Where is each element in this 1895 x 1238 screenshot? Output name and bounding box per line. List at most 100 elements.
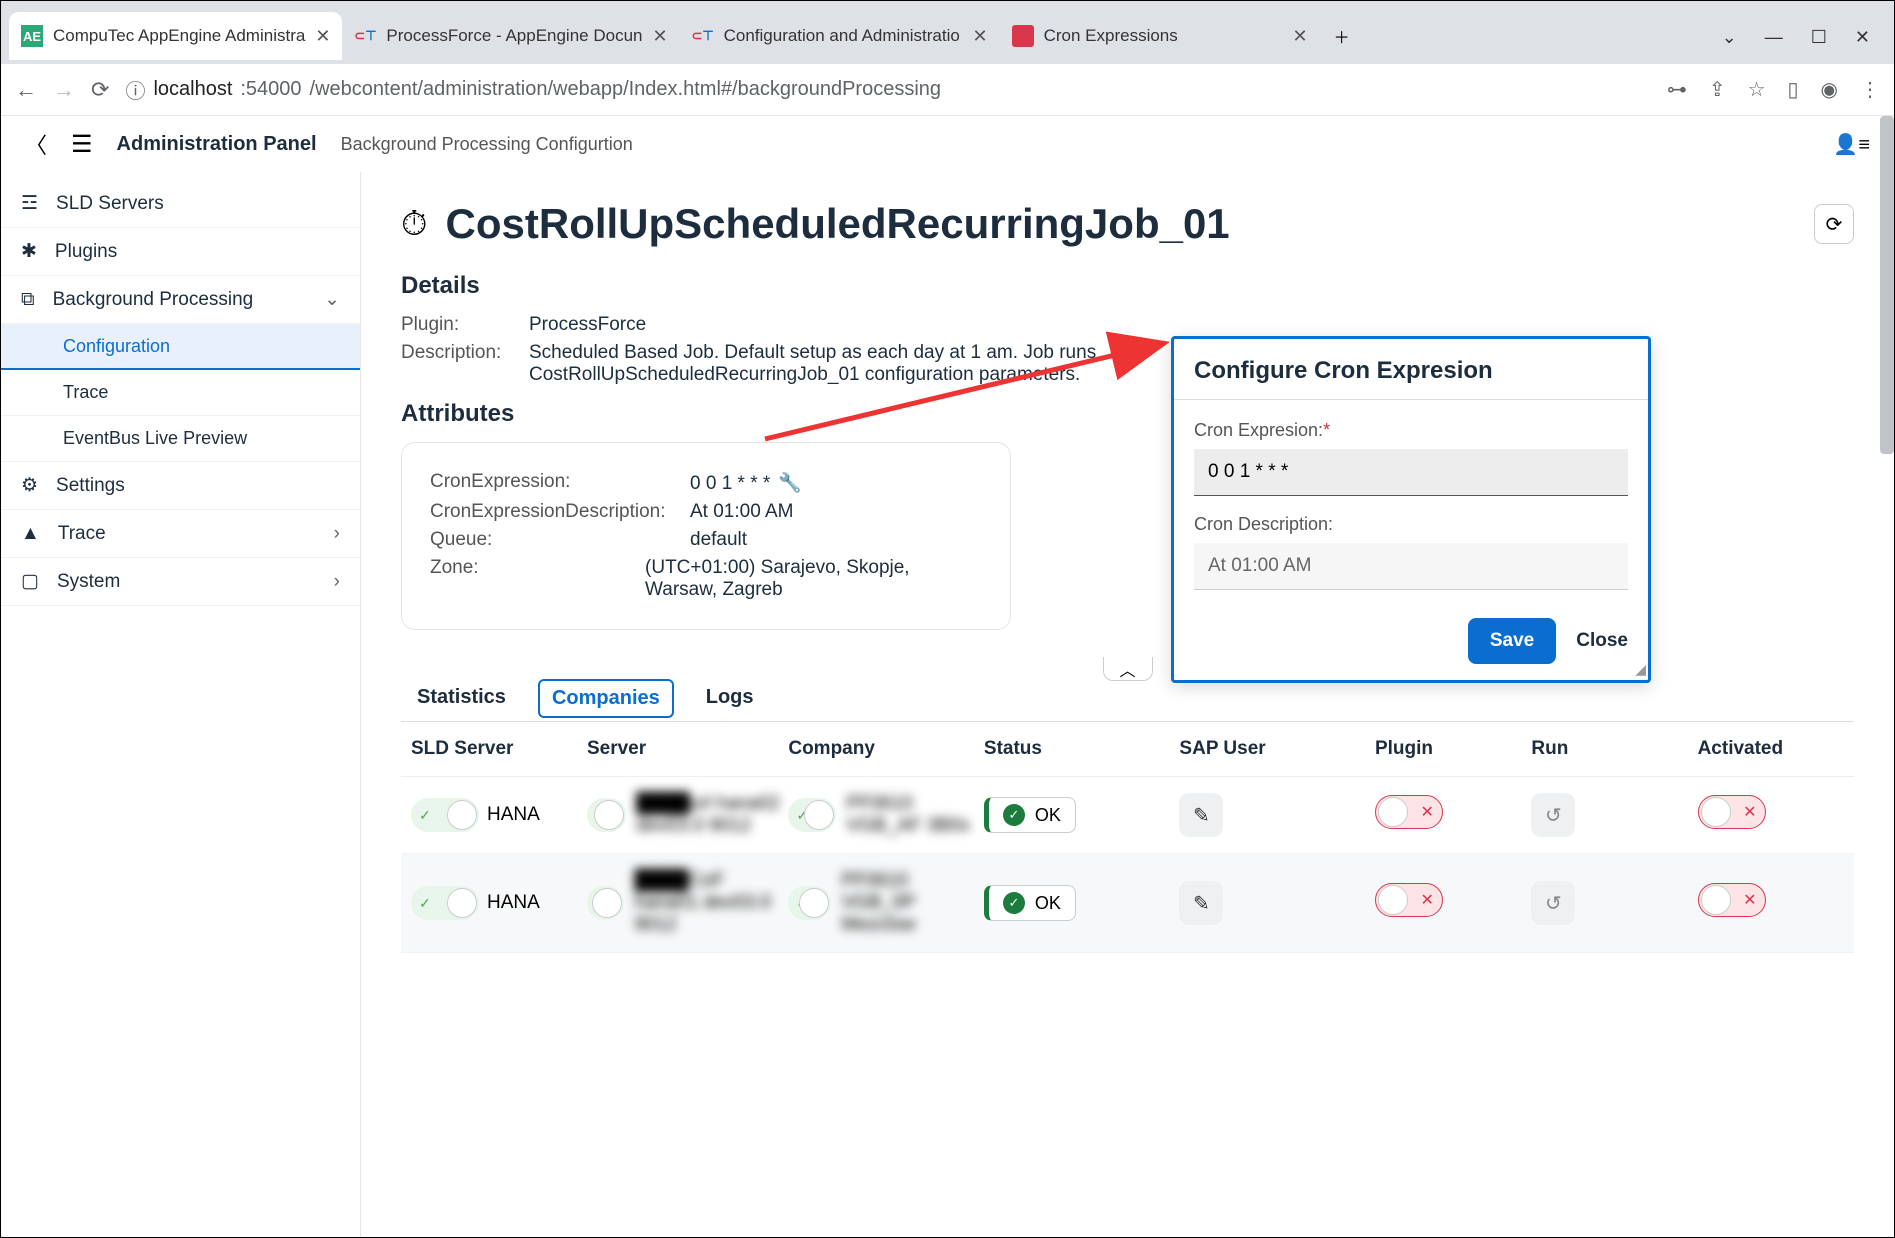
zone-value: (UTC+01:00) Sarajevo, Skopje, Warsaw, Za… bbox=[645, 557, 982, 601]
sidebar-item-trace[interactable]: ▲Trace› bbox=[1, 510, 360, 558]
system-icon: ▢ bbox=[21, 570, 39, 593]
sidebar-sub-trace[interactable]: Trace bbox=[1, 370, 360, 416]
app-back-button[interactable]: 〈 bbox=[25, 128, 47, 160]
menu-icon[interactable]: ⋮ bbox=[1860, 77, 1880, 102]
sidebar-item-sld[interactable]: ☲SLD Servers bbox=[1, 180, 360, 228]
sidebar-item-plugins[interactable]: ✱Plugins bbox=[1, 228, 360, 276]
breadcrumb: Background Processing Configurtion bbox=[341, 134, 633, 155]
address-bar: ← → ⟳ ⓘ localhost:54000/webcontent/admin… bbox=[1, 64, 1894, 116]
sidebar-item-settings[interactable]: ⚙ Settings bbox=[1, 462, 360, 510]
panel-title: Administration Panel bbox=[117, 133, 317, 156]
table-row: ✓HANA ✓████url hana02 dev03.0 9012 ✓PF06… bbox=[401, 777, 1854, 854]
activated-toggle[interactable]: ✕ bbox=[1698, 795, 1766, 829]
server-toggle[interactable]: ✓ bbox=[587, 886, 625, 920]
app-menu-icon[interactable]: ☰ bbox=[71, 130, 93, 159]
sidebar-item-system[interactable]: ▢System› bbox=[1, 558, 360, 606]
plugin-toggle[interactable]: ✕ bbox=[1375, 795, 1443, 829]
tab-close-0[interactable]: ✕ bbox=[315, 26, 330, 47]
sld-toggle[interactable]: ✓ bbox=[411, 886, 479, 920]
favicon-1: ⊂⊤ bbox=[354, 25, 376, 47]
cron-expression-input[interactable] bbox=[1194, 449, 1628, 496]
back-button[interactable]: ← bbox=[15, 77, 37, 103]
save-button[interactable]: Save bbox=[1468, 618, 1556, 664]
maximize-icon[interactable]: ☐ bbox=[1811, 27, 1827, 48]
url-port: :54000 bbox=[240, 78, 301, 101]
new-tab-button[interactable]: ＋ bbox=[1320, 24, 1364, 48]
cron-value: 0 0 1 * * * bbox=[690, 473, 770, 494]
job-title: CostRollUpScheduledRecurringJob_01 bbox=[446, 200, 1230, 248]
bookmark-icon[interactable]: ☆ bbox=[1748, 77, 1766, 102]
hdr-company: Company bbox=[788, 738, 984, 760]
sidebar-item-bg[interactable]: ⧉Background Processing⌄ bbox=[1, 276, 360, 324]
reading-list-icon[interactable]: ▯ bbox=[1788, 77, 1799, 102]
share-icon[interactable]: ⇪ bbox=[1709, 77, 1726, 102]
run-button[interactable]: ↺ bbox=[1531, 881, 1575, 925]
favicon-2: ⊂⊤ bbox=[692, 25, 714, 47]
puzzle-icon: ✱ bbox=[21, 240, 37, 263]
run-button[interactable]: ↺ bbox=[1531, 793, 1575, 837]
plugin-toggle[interactable]: ✕ bbox=[1375, 883, 1443, 917]
chevron-down-icon[interactable]: ⌄ bbox=[1722, 27, 1737, 48]
sidebar-sub-label: Configuration bbox=[63, 336, 170, 357]
check-icon: ✓ bbox=[1003, 892, 1025, 914]
sld-toggle[interactable]: ✓ bbox=[411, 798, 479, 832]
refresh-button[interactable]: ⟳ bbox=[1814, 204, 1854, 244]
close-button[interactable]: Close bbox=[1576, 618, 1628, 664]
dialog-title: Configure Cron Expresion bbox=[1194, 357, 1628, 385]
gear-icon: ⚙ bbox=[21, 474, 38, 497]
company-toggle[interactable]: ✓ bbox=[788, 798, 836, 832]
browser-tab-0[interactable]: AE CompuTec AppEngine Administra ✕ bbox=[9, 12, 342, 60]
status-text: OK bbox=[1035, 893, 1061, 914]
sld-label: HANA bbox=[487, 892, 540, 914]
hdr-status: Status bbox=[984, 738, 1180, 760]
minimize-icon[interactable]: — bbox=[1765, 27, 1783, 48]
server-toggle[interactable]: ✓ bbox=[587, 798, 626, 832]
sidebar-sub-eventbus[interactable]: EventBus Live Preview bbox=[1, 416, 360, 462]
reload-button[interactable]: ⟳ bbox=[91, 77, 109, 103]
collapse-panel-button[interactable]: ︿ bbox=[1103, 657, 1153, 681]
forward-button: → bbox=[53, 77, 75, 103]
company-toggle[interactable]: ✓ bbox=[788, 886, 831, 920]
url-field[interactable]: ⓘ localhost:54000/webcontent/administrat… bbox=[125, 75, 1650, 104]
plugin-value: ProcessForce bbox=[529, 314, 646, 336]
browser-tab-3[interactable]: Cron Expressions ✕ bbox=[1000, 12, 1320, 60]
user-settings-icon[interactable]: 👤≡ bbox=[1833, 132, 1870, 157]
tab-logs[interactable]: Logs bbox=[700, 674, 760, 721]
sidebar-sub-configuration[interactable]: Configuration bbox=[1, 324, 360, 370]
chevron-right-icon: › bbox=[334, 571, 340, 593]
resize-handle-icon[interactable]: ◢ bbox=[1635, 661, 1646, 678]
profile-icon[interactable]: ◉ bbox=[1821, 77, 1838, 102]
stopwatch-icon: ⏱ bbox=[401, 205, 428, 244]
sidebar: ☲SLD Servers ✱Plugins ⧉Background Proces… bbox=[1, 172, 361, 1237]
scrollbar[interactable] bbox=[1880, 116, 1894, 454]
cron-description-label: Cron Description: bbox=[1194, 514, 1628, 535]
sidebar-label: Settings bbox=[56, 475, 125, 497]
edit-sap-user[interactable]: ✎ bbox=[1179, 881, 1223, 925]
server-text: ████CoF hana01 dev03.0 9012 bbox=[634, 870, 788, 936]
companies-table: SLD Server Server Company Status SAP Use… bbox=[401, 722, 1854, 953]
hdr-sld: SLD Server bbox=[401, 738, 587, 760]
edit-sap-user[interactable]: ✎ bbox=[1179, 793, 1223, 837]
chevron-down-icon: ⌄ bbox=[324, 288, 340, 311]
wrench-icon[interactable]: 🔧 bbox=[778, 473, 802, 494]
sld-label: HANA bbox=[487, 804, 540, 826]
queue-label: Queue: bbox=[430, 529, 690, 551]
crondesc-value: At 01:00 AM bbox=[690, 501, 794, 523]
chevron-right-icon: › bbox=[334, 523, 340, 545]
activated-toggle[interactable]: ✕ bbox=[1698, 883, 1766, 917]
key-icon[interactable]: ⊶ bbox=[1667, 77, 1687, 102]
site-info-icon[interactable]: ⓘ bbox=[125, 75, 145, 104]
tab-close-1[interactable]: ✕ bbox=[653, 26, 668, 47]
company-text: PF0610 VGB_AF 3B0x bbox=[846, 793, 984, 837]
url-path: /webcontent/administration/webapp/Index.… bbox=[310, 78, 941, 101]
tab-close-2[interactable]: ✕ bbox=[973, 26, 988, 47]
close-window-icon[interactable]: ✕ bbox=[1855, 27, 1870, 48]
tab-statistics[interactable]: Statistics bbox=[411, 674, 512, 721]
browser-tab-1[interactable]: ⊂⊤ ProcessForce - AppEngine Docun ✕ bbox=[342, 12, 679, 60]
company-text: PF0610 VGB_0P Mezclow bbox=[841, 870, 983, 936]
tab-close-3[interactable]: ✕ bbox=[1293, 26, 1308, 47]
queue-value: default bbox=[690, 529, 747, 551]
browser-tab-2[interactable]: ⊂⊤ Configuration and Administratio ✕ bbox=[680, 12, 1000, 60]
hdr-sapuser: SAP User bbox=[1179, 738, 1375, 760]
tab-companies[interactable]: Companies bbox=[538, 679, 674, 718]
